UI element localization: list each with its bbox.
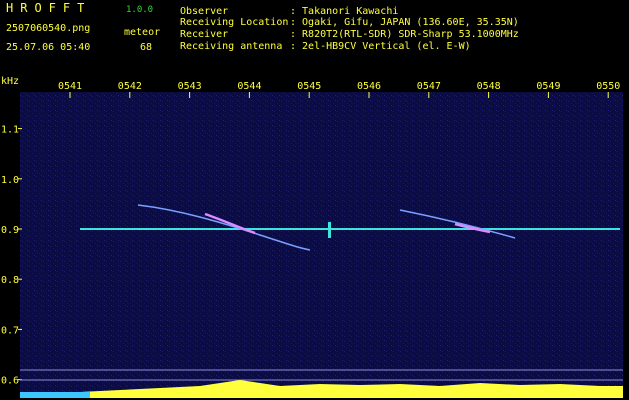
detection-label: meteor [124, 27, 161, 38]
location-value: : Ogaki, Gifu, JAPAN (136.60E, 35.35N) [290, 17, 519, 28]
spectrogram-background [20, 92, 623, 394]
x-tick-label: 0543 [178, 81, 202, 92]
file-timestamp: 25.07.06 05:40 [6, 42, 91, 53]
app-title: HROFFT [6, 1, 92, 15]
header-panel: HROFFT 1.0.0 2507060540.png 25.07.06 05:… [0, 0, 629, 70]
spectrogram: 0541 0542 0543 0544 0545 0546 0547 0548 0549 0550… [0, 70, 629, 400]
y-tick-label: 1.0 [1, 175, 19, 186]
y-tick-label: 0.7 [1, 325, 19, 336]
antenna-value: : 2el-HB9CV Vertical (el. E-W) [290, 41, 471, 52]
location-label: Receiving Location [180, 17, 289, 28]
app-version: 1.0.0 [126, 5, 154, 15]
y-axis-unit: kHz [1, 76, 19, 87]
burst-0545 [328, 222, 331, 238]
receiver-label: Receiver [180, 29, 229, 40]
x-tick-label: 0548 [477, 81, 501, 92]
x-tick-label: 0541 [58, 81, 82, 92]
receiver-value: : R820T2(RTL-SDR) SDR-Sharp 53.1000MHz [290, 29, 519, 40]
y-tick-label: 1.1 [1, 125, 19, 136]
x-tick-label: 0546 [357, 81, 381, 92]
y-tick-label: 0.8 [1, 275, 19, 286]
file-name: 2507060540.png [6, 23, 91, 34]
signal-strength-low [20, 392, 90, 398]
x-tick-label: 0547 [417, 81, 441, 92]
x-tick-label: 0545 [297, 81, 321, 92]
x-tick-label: 0544 [237, 81, 261, 92]
x-tick-label: 0542 [118, 81, 142, 92]
x-tick-label: 0550 [596, 81, 620, 92]
detection-count: 68 [140, 42, 153, 53]
x-tick-label: 0549 [536, 81, 560, 92]
y-tick-label: 0.6 [1, 376, 19, 387]
antenna-label: Receiving antenna [180, 41, 283, 52]
y-tick-label: 0.9 [1, 225, 19, 236]
